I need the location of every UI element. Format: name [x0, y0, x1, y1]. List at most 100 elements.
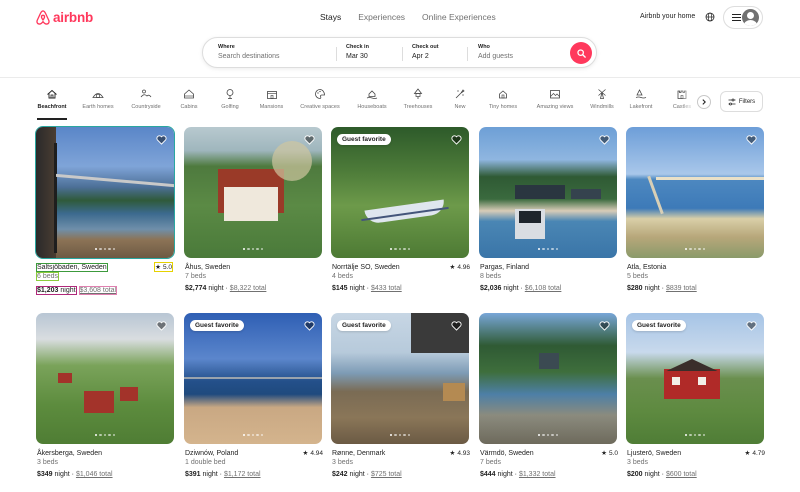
category-countryside[interactable]: Countryside: [129, 88, 163, 118]
filters-button[interactable]: Filters: [720, 91, 763, 112]
listing-total-price[interactable]: $1,172 total: [224, 471, 261, 478]
listing-location: Norrtälje SO, Sweden: [332, 263, 400, 271]
listing-beds: 1 double bed: [185, 459, 226, 466]
heart-icon[interactable]: [746, 135, 757, 145]
listing-photo[interactable]: [36, 313, 174, 444]
countryside-icon: [140, 89, 152, 98]
category-label: Lakefront: [629, 104, 653, 110]
night-label: night: [497, 471, 513, 478]
search-button[interactable]: [570, 42, 592, 64]
listing-photo[interactable]: [479, 313, 617, 444]
category-cabins[interactable]: Cabins: [178, 88, 200, 118]
category-earth-homes[interactable]: Earth homes: [80, 88, 116, 118]
category-amazing-views[interactable]: Amazing views: [533, 88, 577, 118]
category-mansions[interactable]: Mansions: [258, 88, 285, 118]
category-creative-spaces[interactable]: Creative spaces: [298, 88, 342, 118]
listing-rating: ★ 4.79: [744, 449, 765, 458]
category-windmills[interactable]: Windmills: [588, 88, 616, 118]
heart-icon[interactable]: [599, 321, 610, 331]
listing-total-price[interactable]: $433 total: [371, 285, 402, 292]
photo-dots: [479, 247, 617, 250]
listing-price-row: $145 night · $433 total: [332, 285, 402, 292]
rating-value: 5.0: [162, 263, 172, 271]
cabin-icon: [184, 89, 194, 99]
listing-price-row: $2,036 night · $6,108 total: [480, 285, 562, 292]
listing-photo[interactable]: Guest favorite: [331, 127, 469, 258]
listing-info: Åhus, Sweden 7 beds $2,774 night · $8,32…: [185, 262, 323, 294]
heart-icon[interactable]: [156, 321, 167, 331]
star-icon: ★: [601, 450, 607, 457]
airbnb-logo-icon: [36, 10, 50, 25]
category-label: Houseboats: [357, 104, 387, 110]
category-label: Mansions: [259, 104, 284, 110]
category-lakefront[interactable]: Lakefront: [628, 88, 654, 118]
price-value: $1,203: [37, 287, 59, 294]
listing-total-price[interactable]: $725 total: [371, 471, 402, 478]
search-icon: [576, 48, 586, 58]
checkin-value: Mar 30: [346, 52, 368, 60]
listing-price-row: $391 night · $1,172 total: [185, 471, 261, 478]
listing-photo[interactable]: [626, 127, 764, 258]
top-nav-tabs: Stays Experiences Online Experiences: [320, 12, 496, 22]
rating-value: 4.79: [752, 449, 765, 457]
category-label: Amazing views: [536, 104, 574, 110]
listing-info: Dziwnów, Poland ★ 4.94 1 double bed $391 n…: [185, 448, 323, 480]
tab-experiences[interactable]: Experiences: [358, 12, 405, 22]
divider: [336, 47, 337, 61]
price-value: $280: [627, 285, 643, 292]
heart-icon[interactable]: [746, 321, 757, 331]
globe-icon[interactable]: [705, 12, 715, 22]
listing-location: Dziwnów, Poland: [185, 449, 239, 457]
listing-total-price[interactable]: $600 total: [666, 471, 697, 478]
who-field[interactable]: Who Add guests: [478, 44, 513, 59]
listing-photo[interactable]: Guest favorite: [184, 313, 322, 444]
heart-icon[interactable]: [451, 321, 462, 331]
listing-photo[interactable]: [184, 127, 322, 258]
listing-total-price[interactable]: $3,608 total: [78, 286, 118, 295]
listing-rating: ★ 4.94: [303, 449, 323, 458]
tab-stays[interactable]: Stays: [320, 12, 341, 22]
tab-online-experiences[interactable]: Online Experiences: [422, 12, 496, 22]
star-icon: ★: [744, 450, 751, 457]
treehouse-icon: [413, 88, 423, 99]
checkin-field[interactable]: Check in Mar 30: [346, 44, 369, 60]
category-next-button[interactable]: [697, 95, 711, 109]
photo-dots: [184, 433, 322, 436]
listing-nightly-price: $1,203 night: [36, 286, 77, 295]
host-link[interactable]: Airbnb your home: [640, 13, 695, 20]
listing-total-price[interactable]: $839 total: [666, 285, 697, 292]
night-label: night: [54, 471, 70, 478]
listing-photo[interactable]: [35, 126, 175, 259]
category-beachfront[interactable]: Beachfront: [36, 88, 68, 118]
photo-dots: [331, 433, 469, 436]
user-menu-button[interactable]: [723, 6, 763, 29]
listing-photo[interactable]: [479, 127, 617, 258]
heart-icon[interactable]: [451, 135, 462, 145]
user-avatar-icon: [742, 9, 759, 26]
airbnb-logo[interactable]: airbnb: [36, 10, 93, 25]
listing-info: Atla, Estonia 5 beds $280 night · $839 t…: [627, 262, 765, 294]
listing-total-price[interactable]: $8,322 total: [230, 285, 267, 292]
checkout-field[interactable]: Check out Apr 2: [412, 44, 439, 59]
listing-total-price[interactable]: $6,108 total: [525, 285, 562, 292]
category-tiny-homes[interactable]: Tiny homes: [486, 88, 520, 118]
category-new[interactable]: New: [451, 88, 469, 118]
listing-total-price[interactable]: $1,332 total: [519, 471, 556, 478]
heart-icon[interactable]: [599, 135, 610, 145]
category-treehouses[interactable]: Treehouses: [402, 88, 434, 118]
photo-dots: [184, 247, 322, 250]
heart-icon[interactable]: [156, 135, 167, 145]
heart-icon[interactable]: [304, 321, 315, 331]
listing-total-price[interactable]: $1,046 total: [76, 471, 113, 478]
listing-beds: 7 beds: [480, 459, 502, 466]
listing-photo[interactable]: Guest favorite: [331, 313, 469, 444]
who-label: Who: [478, 44, 490, 50]
listing-photo[interactable]: Guest favorite: [626, 313, 764, 444]
heart-icon[interactable]: [304, 135, 315, 145]
listing-beds: 7 beds: [185, 273, 207, 280]
listing-rating: ★ 4.93: [450, 449, 470, 458]
category-houseboats[interactable]: Houseboats: [355, 88, 389, 118]
where-field[interactable]: Where Search destinations: [218, 44, 279, 59]
photo-dots: [626, 247, 764, 250]
category-golfing[interactable]: Golfing: [219, 88, 241, 118]
